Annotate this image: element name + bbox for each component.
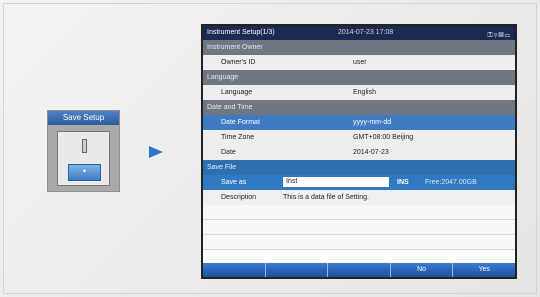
section-date-time: Date and Time [203, 100, 515, 115]
softkey-2[interactable] [265, 263, 329, 277]
save-setup-header: Save Setup [48, 111, 119, 125]
description-label: Description [221, 194, 257, 201]
time-zone-value: GMT+08:00 Beijing [353, 134, 414, 141]
ins-indicator: INS [397, 179, 409, 186]
no-softkey[interactable]: No [390, 263, 454, 277]
empty-row [203, 235, 515, 250]
date-format-label: Date Format [221, 119, 260, 126]
time-zone-row[interactable]: Time Zone GMT+08:00 Beijing [203, 130, 515, 145]
softkey-bar: No Yes [203, 263, 515, 277]
language-row[interactable]: Language English [203, 85, 515, 100]
save-as-row[interactable]: Save as Inst INS Free:2047.00GB [203, 175, 515, 190]
owners-id-row[interactable]: Owner's ID user [203, 55, 515, 70]
date-row[interactable]: Date 2014-07-23 [203, 145, 515, 160]
save-as-input[interactable]: Inst [283, 177, 389, 187]
battery-icon: ▭ [504, 32, 511, 39]
language-label: Language [221, 89, 253, 96]
instrument-screen: Instrument Setup(1/3) 2014-07-23 17:08 ⚿… [201, 24, 517, 279]
save-button[interactable]: • [68, 164, 101, 181]
title-bar: Instrument Setup(1/3) 2014-07-23 17:08 ⚿… [203, 26, 515, 40]
section-owner: Instrument Owner [203, 40, 515, 55]
owners-id-label: Owner's ID [221, 59, 256, 66]
right-arrow-icon [149, 146, 163, 158]
softkey-3[interactable] [328, 263, 391, 277]
language-value: English [353, 89, 376, 96]
date-label: Date [221, 149, 236, 156]
description-value: This is a data file of Setting. [283, 194, 369, 201]
empty-row [203, 220, 515, 235]
free-space: Free:2047.00GB [425, 179, 477, 186]
screen-title: Instrument Setup(1/3) [207, 29, 275, 36]
softkey-1[interactable] [203, 263, 266, 277]
section-save-file: Save File [203, 160, 515, 175]
save-setup-panel: Save Setup • [47, 110, 120, 192]
time-zone-label: Time Zone [221, 134, 255, 141]
yes-softkey[interactable]: Yes [453, 263, 515, 277]
description-row[interactable]: Description This is a data file of Setti… [203, 190, 515, 205]
save-as-label: Save as [221, 179, 247, 186]
date-format-value: yyyy-mm-dd [353, 119, 392, 126]
owners-id-value: user [353, 59, 367, 66]
date-format-row[interactable]: Date Format yyyy-mm-dd [203, 115, 515, 130]
date-value: 2014-07-23 [353, 149, 389, 156]
datetime-display: 2014-07-23 17:08 [338, 29, 394, 36]
section-language: Language [203, 70, 515, 85]
save-setup-body: • [57, 131, 110, 186]
usb-drive-icon [82, 139, 87, 153]
empty-row [203, 205, 515, 220]
